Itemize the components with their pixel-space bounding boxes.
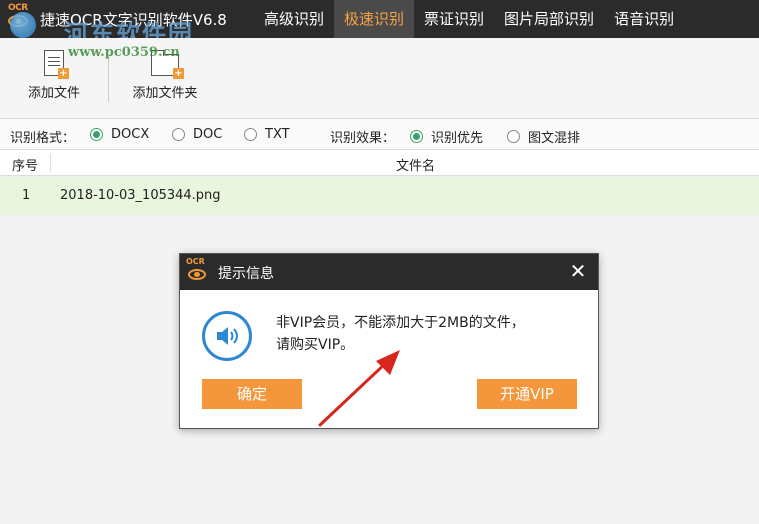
plus-icon: + bbox=[173, 68, 184, 79]
tab-voice-recognition[interactable]: 语音识别 bbox=[604, 0, 684, 38]
dialog-logo-icon: OCR bbox=[186, 257, 212, 287]
confirm-button[interactable]: 确定 bbox=[202, 379, 302, 409]
tab-ticket-recognition[interactable]: 票证识别 bbox=[414, 0, 494, 38]
dialog-logo-text: OCR bbox=[186, 257, 205, 266]
format-label: 识别格式： bbox=[10, 131, 76, 146]
tab-advanced-recognition[interactable]: 高级识别 bbox=[254, 0, 334, 38]
radio-doc-label: DOC bbox=[193, 127, 223, 142]
annotation-arrow-icon bbox=[318, 350, 400, 427]
dialog-title: 提示信息 bbox=[218, 266, 274, 282]
radio-txt-label: TXT bbox=[265, 127, 290, 142]
radio-checked-icon bbox=[410, 130, 423, 143]
add-file-icon: + bbox=[44, 50, 69, 79]
add-folder-label: 添加文件夹 bbox=[132, 86, 198, 101]
dialog-message-line-1: 非VIP会员，不能添加大于2MB的文件， bbox=[276, 315, 525, 331]
close-icon[interactable]: ✕ bbox=[568, 260, 588, 282]
watermark-logo-icon bbox=[10, 12, 36, 38]
column-header-index[interactable]: 序号 bbox=[12, 155, 38, 174]
plus-icon: + bbox=[58, 68, 69, 79]
radio-docx[interactable]: DOCX bbox=[90, 127, 149, 142]
tab-partial-image-recognition[interactable]: 图片局部识别 bbox=[494, 0, 604, 38]
open-vip-button[interactable]: 开通VIP bbox=[477, 379, 577, 409]
radio-recognition-first[interactable]: 识别优先 bbox=[410, 127, 483, 146]
radio-unchecked-icon bbox=[172, 128, 185, 141]
add-file-label: 添加文件 bbox=[27, 86, 80, 101]
watermark-url: www.pc0359.cn bbox=[68, 45, 180, 60]
table-header: 序号 文件名 bbox=[0, 150, 759, 176]
toolbar-divider bbox=[108, 56, 109, 102]
speaker-icon bbox=[202, 311, 252, 361]
radio-docx-label: DOCX bbox=[111, 127, 150, 142]
radio-doc[interactable]: DOC bbox=[172, 127, 222, 142]
row-filename: 2018-10-03_105344.png bbox=[60, 188, 221, 203]
radio-unchecked-icon bbox=[507, 130, 520, 143]
radio-mixed-layout[interactable]: 图文混排 bbox=[507, 127, 580, 146]
row-index: 1 bbox=[22, 188, 31, 203]
tab-fast-recognition[interactable]: 极速识别 bbox=[334, 0, 415, 38]
options-bar: 识别格式： DOCX DOC TXT 识别效果： 识别优先 图文混排 bbox=[0, 118, 759, 150]
radio-checked-icon bbox=[90, 128, 103, 141]
radio-mixed-layout-label: 图文混排 bbox=[528, 131, 581, 146]
dialog-title-bar: OCR 提示信息 ✕ bbox=[180, 254, 598, 290]
radio-unchecked-icon bbox=[244, 128, 257, 141]
column-header-filename[interactable]: 文件名 bbox=[396, 155, 435, 174]
column-divider bbox=[50, 154, 51, 172]
effect-label: 识别效果： bbox=[330, 131, 396, 146]
radio-recognition-first-label: 识别优先 bbox=[431, 131, 484, 146]
eye-icon bbox=[188, 269, 206, 280]
main-nav: 高级识别 极速识别 票证识别 图片局部识别 语音识别 bbox=[254, 0, 684, 38]
radio-txt[interactable]: TXT bbox=[244, 127, 290, 142]
table-row[interactable]: 1 2018-10-03_105344.png bbox=[0, 177, 759, 215]
